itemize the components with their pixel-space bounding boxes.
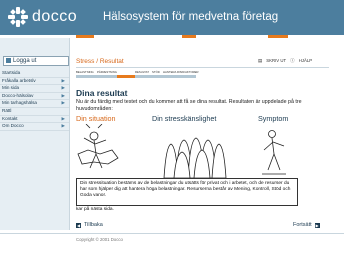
page-tools: ▤ SKRIV UT ⓘ HJÄLP bbox=[255, 58, 312, 64]
progress-steps: BELASTNING PÅFRESTNING RESULTAT STÖD HAN… bbox=[76, 70, 199, 79]
chevron-right-icon: ▶ bbox=[61, 115, 65, 121]
next-label: Fortsätt bbox=[293, 222, 312, 228]
continuation-text: kar på nästa sida. bbox=[76, 207, 114, 212]
sidebar-item-label: Rättl bbox=[2, 107, 12, 113]
step-bar bbox=[135, 75, 152, 78]
sidebar-item-rattl[interactable]: Rättl bbox=[0, 108, 69, 116]
step-label: STÖD bbox=[152, 70, 160, 74]
sidebar-item-startsida[interactable]: Startsida bbox=[0, 70, 69, 78]
content-divider bbox=[76, 67, 329, 68]
accent-stripe bbox=[76, 35, 94, 38]
sidebar-item-kontakt[interactable]: Kontakt ▶ bbox=[0, 116, 69, 124]
print-button[interactable]: ▤ SKRIV UT bbox=[258, 58, 286, 63]
column-title-situation: Din situation bbox=[76, 114, 116, 123]
header-tagline: Hälsosystem för medvetna företag bbox=[103, 11, 279, 23]
step-label: BELASTNING bbox=[76, 70, 94, 74]
sidebar-item-label: Startsida bbox=[2, 70, 21, 75]
logout-label: Logga ut bbox=[13, 58, 37, 64]
step-label: RESULTAT bbox=[135, 70, 149, 74]
help-button[interactable]: ⓘ HJÄLP bbox=[290, 58, 312, 63]
sidebar-item-label: Min sida bbox=[2, 85, 20, 91]
column-title-sensitivity: Din stresskänslighet bbox=[152, 114, 217, 123]
symptom-illustration bbox=[262, 130, 286, 175]
info-box: Din stressituation bestäms av de belastn… bbox=[76, 178, 298, 206]
illustration bbox=[77, 124, 286, 179]
sidebar-item-label: Om Docco bbox=[2, 123, 24, 129]
docco-logo-icon bbox=[8, 7, 28, 27]
chevron-right-icon: ▶ bbox=[61, 100, 65, 106]
step-bar bbox=[163, 75, 196, 78]
step-label: HANTERA RISKFAKTORER bbox=[163, 70, 199, 74]
chevron-right-icon: ▶ bbox=[61, 92, 65, 98]
sidebar-item-label: Docco-hälsolav bbox=[2, 92, 34, 98]
logout-icon bbox=[6, 57, 11, 63]
sidebar bbox=[0, 38, 70, 230]
situation-illustration bbox=[77, 124, 119, 169]
sidebar-item-tarhagshalsa[interactable]: Min tarhagshälsa ▶ bbox=[0, 100, 69, 108]
breadcrumb: Stress / Resultat bbox=[76, 58, 124, 65]
sidebar-item-min-sida[interactable]: Min sida ▶ bbox=[0, 85, 69, 93]
accent-stripe bbox=[182, 35, 196, 38]
arrow-right-icon: ▶ bbox=[314, 222, 320, 228]
chevron-right-icon: ▶ bbox=[61, 123, 65, 129]
step-bar bbox=[152, 75, 163, 78]
accent-stripe bbox=[268, 35, 288, 38]
logo-text: docco bbox=[32, 8, 78, 25]
logout-button[interactable]: Logga ut bbox=[3, 56, 69, 66]
copyright: Copyright © 2001 Docco bbox=[76, 237, 123, 242]
intro-text: Nu är du färdig med testet och du kommer… bbox=[76, 99, 302, 112]
column-title-symptom: Symptom bbox=[258, 114, 289, 123]
step-bar bbox=[117, 75, 135, 78]
next-button[interactable]: Fortsätt ▶ bbox=[290, 222, 320, 228]
chevron-right-icon: ▶ bbox=[61, 85, 65, 91]
chevron-right-icon: ▶ bbox=[61, 77, 65, 83]
logo[interactable]: docco bbox=[8, 6, 77, 28]
step-bar bbox=[97, 75, 117, 78]
sidebar-item-halsolav[interactable]: Docco-hälsolav ▶ bbox=[0, 93, 69, 101]
back-button[interactable]: ◀ Tillbaka bbox=[76, 222, 106, 228]
sensitivity-illustration bbox=[163, 137, 227, 179]
back-label: Tillbaka bbox=[84, 222, 103, 228]
footer bbox=[0, 233, 344, 253]
step-bar bbox=[76, 75, 97, 78]
sidebar-item-om-docco[interactable]: Om Docco ▶ bbox=[0, 123, 69, 131]
sidebar-nav: Startsida Fråkalla arbetslv ▶ Min sida ▶ D… bbox=[0, 70, 69, 131]
arrow-left-icon: ◀ bbox=[76, 222, 81, 228]
help-label: HJÄLP bbox=[298, 58, 313, 63]
sidebar-item-frakalla[interactable]: Fråkalla arbetslv ▶ bbox=[0, 78, 69, 86]
step-label: PÅFRESTNING bbox=[97, 70, 117, 74]
sidebar-item-label: Fråkalla arbetslv bbox=[2, 77, 36, 83]
print-label: SKRIV UT bbox=[266, 58, 287, 63]
sidebar-item-label: Min tarhagshälsa bbox=[2, 100, 37, 106]
page-title: Dina resultat bbox=[76, 88, 128, 98]
sidebar-item-label: Kontakt bbox=[2, 115, 18, 121]
header-bar: docco Hälsosystem för medvetna företag bbox=[0, 0, 344, 35]
